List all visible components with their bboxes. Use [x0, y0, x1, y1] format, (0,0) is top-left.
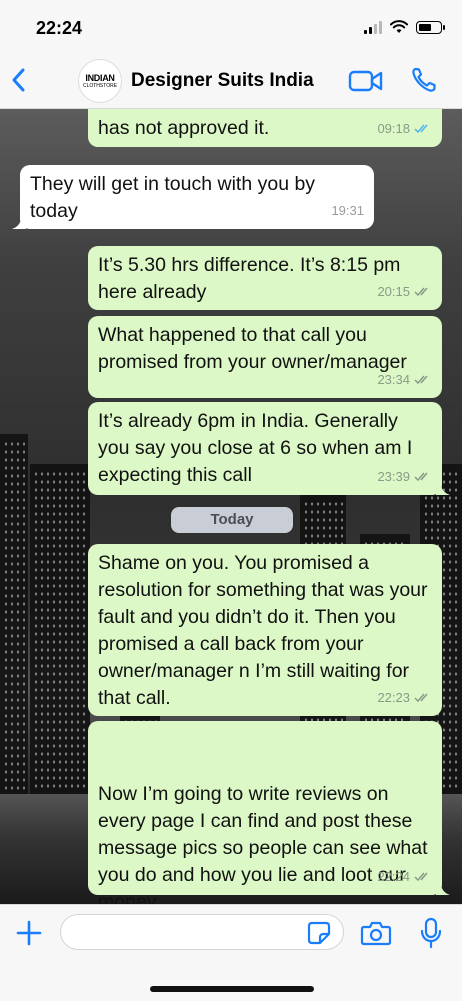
message-time: 20:15: [377, 284, 410, 299]
double-check-icon: [414, 693, 428, 703]
message-time: 23:34: [377, 372, 410, 387]
message-bubble-incoming[interactable]: They will get in touch with you by today…: [12, 165, 374, 229]
contact-avatar[interactable]: INDIAN CLOTHSTORE: [78, 59, 122, 103]
double-check-icon: [414, 375, 428, 385]
message-bubble-outgoing[interactable]: It’s 5.30 hrs difference. It’s 8:15 pm h…: [88, 246, 442, 310]
day-separator: Today: [171, 507, 293, 533]
message-text: They will get in touch with you by today: [30, 173, 316, 222]
message-meta: 23:34: [377, 366, 432, 393]
double-check-icon: [414, 872, 428, 882]
avatar-text-top: INDIAN: [85, 72, 115, 83]
battery-icon: [416, 20, 445, 34]
message-meta: 20:15: [377, 278, 432, 305]
message-bubble-outgoing[interactable]: has not approved it. 09:18: [88, 109, 442, 147]
contact-name[interactable]: Designer Suits India: [131, 70, 314, 92]
chevron-left-icon[interactable]: [8, 64, 30, 96]
message-bubble-outgoing[interactable]: Now I’m going to write reviews on every …: [88, 721, 450, 904]
bubble-tail: [436, 481, 450, 495]
message-text: It’s 5.30 hrs difference. It’s 8:15 pm h…: [98, 254, 401, 303]
message-time: 19:31: [331, 203, 364, 218]
video-camera-icon[interactable]: [348, 68, 384, 94]
message-time: 22:24: [377, 869, 410, 884]
message-text: has not approved it.: [98, 117, 270, 139]
background-building: [30, 464, 90, 794]
wifi-icon: [390, 20, 408, 33]
message-meta: 22:24: [377, 863, 432, 890]
status-bar: 22:24: [0, 0, 462, 56]
message-bubble-outgoing[interactable]: What happened to that call you promised …: [88, 316, 442, 398]
message-time: 23:39: [377, 469, 410, 484]
plus-icon[interactable]: [14, 918, 44, 948]
sticker-icon[interactable]: [306, 920, 332, 946]
home-indicator: [150, 986, 314, 992]
message-text: What happened to that call you promised …: [98, 324, 407, 373]
phone-icon[interactable]: [410, 66, 438, 94]
camera-icon[interactable]: [360, 920, 392, 946]
background-building: [0, 434, 28, 794]
avatar-text-bottom: CLOTHSTORE: [82, 82, 118, 89]
message-meta: 09:18: [377, 115, 432, 142]
double-check-read-icon: [414, 124, 428, 134]
message-bubble-outgoing[interactable]: Shame on you. You promised a resolution …: [88, 544, 442, 716]
status-time: 22:24: [36, 18, 83, 38]
status-icons: [364, 20, 445, 34]
chat-header: INDIAN CLOTHSTORE Designer Suits India: [0, 56, 462, 109]
message-bubble-outgoing[interactable]: It’s already 6pm in India. Generally you…: [88, 402, 450, 495]
chat-area[interactable]: has not approved it. 09:18 They will get…: [0, 109, 462, 904]
message-meta: 22:23: [377, 684, 432, 711]
message-meta: 19:31: [331, 197, 364, 224]
double-check-icon: [414, 287, 428, 297]
double-check-icon: [414, 472, 428, 482]
microphone-icon[interactable]: [420, 917, 442, 949]
signal-icon: [364, 20, 382, 34]
message-time: 22:23: [377, 690, 410, 705]
bubble-tail: [12, 215, 26, 229]
message-text: It’s already 6pm in India. Generally you…: [98, 410, 413, 486]
bubble-tail: [436, 881, 450, 895]
message-input[interactable]: [60, 914, 344, 950]
message-time: 09:18: [377, 121, 410, 136]
message-meta: 23:39: [377, 463, 432, 490]
